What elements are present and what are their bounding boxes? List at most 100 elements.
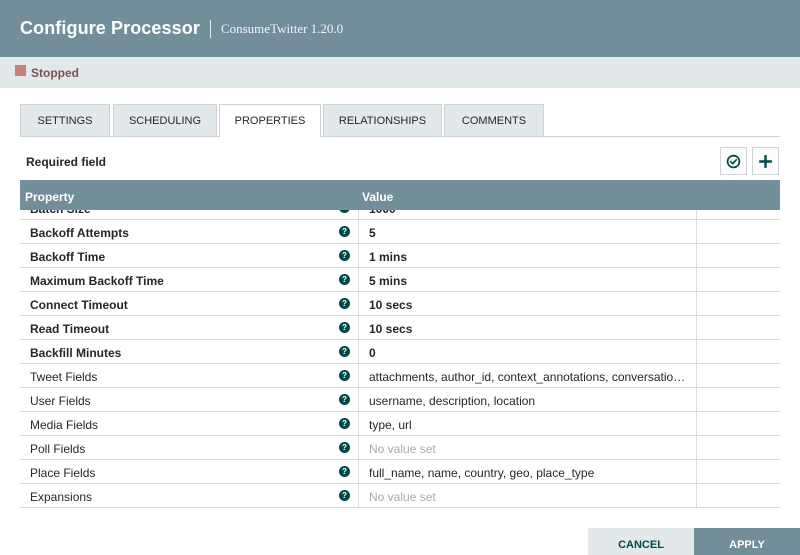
tab-relationships[interactable]: RELATIONSHIPS [323, 104, 442, 137]
column-header-value: Value [362, 190, 394, 204]
property-name: Batch Size [30, 210, 91, 216]
property-name: Backfill Minutes [30, 346, 122, 360]
column-divider [358, 436, 359, 460]
property-value[interactable]: No value set [369, 442, 689, 456]
help-icon[interactable]: ? [339, 490, 350, 501]
table-row[interactable]: Backoff Time? 1 mins [20, 244, 780, 268]
help-icon[interactable]: ? [339, 442, 350, 453]
processor-type: ConsumeTwitter 1.20.0 [220, 20, 344, 36]
table-row[interactable]: Read Timeout? 10 secs [20, 316, 780, 340]
column-divider [696, 220, 697, 244]
property-value[interactable]: 10 secs [369, 322, 689, 336]
table-row[interactable]: Poll Fields? No value set [20, 436, 780, 460]
property-value[interactable]: 1000 [369, 210, 689, 216]
help-icon[interactable]: ? [339, 418, 350, 429]
column-divider [696, 316, 697, 340]
table-row[interactable]: Expansions? No value set [20, 484, 780, 508]
table-row[interactable]: Batch Size? 1000 [20, 210, 780, 220]
column-header-property: Property [25, 190, 75, 204]
column-divider [696, 340, 697, 364]
table-row[interactable]: Backoff Attempts? 5 [20, 220, 780, 244]
table-body[interactable]: Batch Size?1000Backoff Attempts?5Backoff… [20, 210, 780, 508]
column-divider [696, 484, 697, 508]
property-name: Expansions [30, 490, 93, 504]
column-divider [358, 364, 359, 388]
property-name: Backoff Attempts [30, 226, 129, 240]
help-icon[interactable]: ? [339, 210, 350, 213]
column-divider [358, 340, 359, 364]
help-icon[interactable]: ? [339, 298, 350, 309]
property-name: Poll Fields [30, 442, 86, 456]
help-icon[interactable]: ? [339, 322, 350, 333]
help-icon[interactable]: ? [339, 346, 350, 357]
dialog-header: Configure Processor ConsumeTwitter 1.20.… [0, 0, 800, 57]
property-value[interactable]: 5 mins [369, 274, 689, 288]
required-field-label: Required field [26, 155, 107, 169]
tab-comments[interactable]: COMMENTS [444, 104, 544, 137]
property-value[interactable]: 10 secs [369, 298, 689, 312]
property-value[interactable]: 1 mins [369, 250, 689, 264]
column-divider [358, 388, 359, 412]
table-row[interactable]: User Fields? username, description, locat… [20, 388, 780, 412]
help-icon[interactable]: ? [339, 274, 350, 285]
column-divider [358, 316, 359, 340]
column-divider [358, 244, 359, 268]
table-row[interactable]: Connect Timeout? 10 secs [20, 292, 780, 316]
property-name: Place Fields [30, 466, 96, 480]
tab-scheduling[interactable]: SCHEDULING [113, 104, 217, 137]
property-name: Connect Timeout [30, 298, 128, 312]
dialog-title: Configure Processor [20, 18, 200, 38]
column-divider [358, 460, 359, 484]
apply-button[interactable]: APPLY [694, 528, 800, 555]
property-name: Maximum Backoff Time [30, 274, 164, 288]
column-divider [696, 292, 697, 316]
column-divider [358, 484, 359, 508]
property-name: User Fields [30, 394, 91, 408]
add-property-button[interactable] [752, 147, 779, 175]
cancel-button[interactable]: CANCEL [588, 528, 694, 555]
verify-properties-button[interactable] [720, 147, 747, 175]
table-row[interactable]: Place Fields? full_name, name, country, g… [20, 460, 780, 484]
column-divider [358, 412, 359, 436]
column-divider [696, 460, 697, 484]
property-name: Backoff Time [30, 250, 106, 264]
column-divider [358, 292, 359, 316]
help-icon[interactable]: ? [339, 394, 350, 405]
column-divider [696, 268, 697, 292]
property-name: Read Timeout [30, 322, 110, 336]
help-icon[interactable]: ? [339, 466, 350, 477]
help-icon[interactable]: ? [339, 226, 350, 237]
table-header: Property Value [20, 180, 780, 210]
table-row[interactable]: Tweet Fields? attachments, author_id, con… [20, 364, 780, 388]
column-divider [696, 364, 697, 388]
property-value[interactable]: username, description, location [369, 394, 689, 408]
table-row[interactable]: Maximum Backoff Time? 5 mins [20, 268, 780, 292]
help-icon[interactable]: ? [339, 250, 350, 261]
property-value[interactable]: No value set [369, 490, 689, 504]
property-value[interactable]: type, url [369, 418, 689, 432]
plus-icon [759, 154, 772, 168]
property-value[interactable]: attachments, author_id, context_annotati… [369, 370, 689, 384]
help-icon[interactable]: ? [339, 370, 350, 381]
column-divider [696, 210, 697, 220]
stopped-icon [15, 65, 26, 76]
status-text: Stopped [31, 65, 79, 80]
column-divider [358, 220, 359, 244]
tab-properties[interactable]: PROPERTIES [219, 104, 321, 138]
column-divider [696, 412, 697, 436]
column-divider [358, 210, 359, 220]
column-divider [696, 436, 697, 460]
properties-table: Property Value Batch Size? 1000 Backoff At… [20, 180, 780, 508]
tab-settings[interactable]: SETTINGS [20, 104, 110, 137]
column-divider [358, 268, 359, 292]
column-divider [696, 388, 697, 412]
property-value[interactable]: 0 [369, 346, 689, 360]
table-row[interactable]: Media Fields? type, url [20, 412, 780, 436]
tab-bar: SETTINGS SCHEDULING PROPERTIES RELATIONS… [20, 104, 780, 138]
property-value[interactable]: 5 [369, 226, 689, 240]
check-circle-icon [726, 154, 741, 168]
column-divider [696, 244, 697, 268]
property-value[interactable]: full_name, name, country, geo, place_typ… [369, 466, 689, 480]
table-row[interactable]: Backfill Minutes? 0 [20, 340, 780, 364]
title-divider [209, 19, 211, 38]
